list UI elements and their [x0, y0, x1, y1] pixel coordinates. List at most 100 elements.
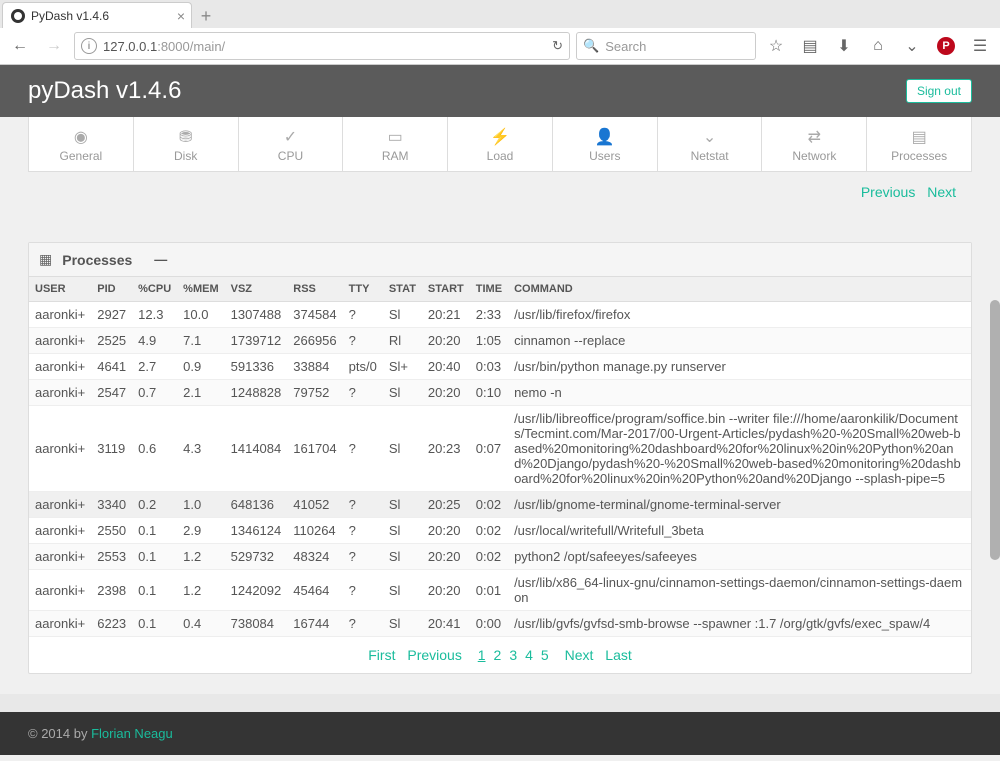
chevron-down-icon: ⌄: [662, 127, 758, 147]
processes-panel: ▦ Processes — USERPID%CPU%MEMVSZRSSTTYST…: [28, 242, 972, 674]
cell-time: 0:02: [470, 544, 508, 570]
cell-time: 0:01: [470, 570, 508, 611]
pager-page-3[interactable]: 3: [509, 647, 517, 663]
cell-rss: 79752: [287, 380, 342, 406]
cell-cpu: 0.7: [132, 380, 177, 406]
col-vsz: VSZ: [225, 277, 288, 302]
home-icon[interactable]: ⌂: [864, 32, 892, 60]
pinterest-icon[interactable]: P: [932, 32, 960, 60]
scrollbar[interactable]: [990, 300, 1000, 560]
back-button[interactable]: ←: [6, 32, 34, 60]
cell-pid: 2398: [91, 570, 132, 611]
cell-start: 20:20: [422, 570, 470, 611]
pager-page-4[interactable]: 4: [525, 647, 533, 663]
cell-stat: Sl: [383, 406, 422, 492]
pager-first[interactable]: First: [368, 647, 395, 663]
browser-tab[interactable]: PyDash v1.4.6 ×: [2, 2, 192, 28]
cell-start: 20:40: [422, 354, 470, 380]
nav-general[interactable]: ◉General: [29, 117, 134, 171]
cell-tty: ?: [343, 406, 383, 492]
tab-close-icon[interactable]: ×: [177, 8, 185, 24]
cell-rss: 45464: [287, 570, 342, 611]
cell-pid: 2550: [91, 518, 132, 544]
cell-vsz: 1739712: [225, 328, 288, 354]
search-icon: 🔍: [583, 38, 599, 54]
footer-author-link[interactable]: Florian Neagu: [91, 726, 173, 741]
bookmark-icon[interactable]: ☆: [762, 32, 790, 60]
table-row[interactable]: aaronki+25530.11.252973248324?Sl20:200:0…: [29, 544, 971, 570]
nav-label: Processes: [891, 149, 947, 163]
table-row[interactable]: aaronki+25500.12.91346124110264?Sl20:200…: [29, 518, 971, 544]
library-icon[interactable]: ▤: [796, 32, 824, 60]
new-tab-button[interactable]: +: [192, 4, 220, 28]
processes-table: USERPID%CPU%MEMVSZRSSTTYSTATSTARTTIMECOM…: [29, 277, 971, 637]
table-row[interactable]: aaronki+46412.70.959133633884pts/0Sl+20:…: [29, 354, 971, 380]
cell-stat: Sl: [383, 302, 422, 328]
nav-processes[interactable]: ▤Processes: [867, 117, 971, 171]
pager-prev[interactable]: Previous: [407, 647, 461, 663]
cell-user: aaronki+: [29, 611, 91, 637]
nav-network[interactable]: ⇄Network: [762, 117, 867, 171]
cell-stat: Sl: [383, 544, 422, 570]
cell-cmd: cinnamon --replace: [508, 328, 971, 354]
cell-cmd: /usr/lib/firefox/firefox: [508, 302, 971, 328]
nav-users[interactable]: 👤Users: [553, 117, 658, 171]
table-row[interactable]: aaronki+292712.310.01307488374584?Sl20:2…: [29, 302, 971, 328]
pager-page-2[interactable]: 2: [494, 647, 502, 663]
table-row[interactable]: aaronki+23980.11.2124209245464?Sl20:200:…: [29, 570, 971, 611]
downloads-icon[interactable]: ⬇: [830, 32, 858, 60]
cell-time: 0:03: [470, 354, 508, 380]
next-link[interactable]: Next: [927, 184, 956, 200]
cell-stat: Sl: [383, 611, 422, 637]
cell-stat: Rl: [383, 328, 422, 354]
cell-stat: Sl+: [383, 354, 422, 380]
cell-cpu: 12.3: [132, 302, 177, 328]
cell-tty: ?: [343, 518, 383, 544]
table-row[interactable]: aaronki+33400.21.064813641052?Sl20:250:0…: [29, 492, 971, 518]
cell-cpu: 2.7: [132, 354, 177, 380]
menu-icon[interactable]: ☰: [966, 32, 994, 60]
cell-start: 20:20: [422, 380, 470, 406]
cell-pid: 2553: [91, 544, 132, 570]
info-icon[interactable]: i: [81, 38, 97, 54]
nav-netstat[interactable]: ⌄Netstat: [658, 117, 763, 171]
col-tty: TTY: [343, 277, 383, 302]
cell-start: 20:25: [422, 492, 470, 518]
pager-page-1[interactable]: 1: [478, 647, 486, 663]
col-cpu: %CPU: [132, 277, 177, 302]
cell-tty: ?: [343, 492, 383, 518]
cell-time: 2:33: [470, 302, 508, 328]
collapse-icon[interactable]: —: [154, 252, 167, 267]
prev-link[interactable]: Previous: [861, 184, 915, 200]
cell-time: 1:05: [470, 328, 508, 354]
table-row[interactable]: aaronki+25470.72.1124882879752?Sl20:200:…: [29, 380, 971, 406]
cell-stat: Sl: [383, 518, 422, 544]
nav-disk[interactable]: ⛃Disk: [134, 117, 239, 171]
sign-out-button[interactable]: Sign out: [906, 79, 972, 103]
pager-page-5[interactable]: 5: [541, 647, 549, 663]
footer: © 2014 by Florian Neagu: [0, 712, 1000, 755]
cell-cpu: 0.6: [132, 406, 177, 492]
nav-ram[interactable]: ▭RAM: [343, 117, 448, 171]
nav-load[interactable]: ⚡Load: [448, 117, 553, 171]
pocket-icon[interactable]: ⌄: [898, 32, 926, 60]
cell-vsz: 1248828: [225, 380, 288, 406]
search-bar[interactable]: 🔍 Search: [576, 32, 756, 60]
pager-last[interactable]: Last: [605, 647, 631, 663]
nav-tabs: ◉General ⛃Disk ✓CPU ▭RAM ⚡Load 👤Users ⌄N…: [28, 117, 972, 172]
url-bar[interactable]: i 127.0.0.1:8000/main/ ↻: [74, 32, 570, 60]
browser-chrome: PyDash v1.4.6 × + ← → i 127.0.0.1:8000/m…: [0, 0, 1000, 65]
table-row[interactable]: aaronki+31190.64.31414084161704?Sl20:230…: [29, 406, 971, 492]
url-host: 127.0.0.1: [103, 39, 157, 54]
cell-rss: 110264: [287, 518, 342, 544]
table-row[interactable]: aaronki+62230.10.473808416744?Sl20:410:0…: [29, 611, 971, 637]
disk-icon: ⛃: [138, 127, 234, 147]
cell-cmd: /usr/bin/python manage.py runserver: [508, 354, 971, 380]
cell-pid: 2547: [91, 380, 132, 406]
table-row[interactable]: aaronki+25254.97.11739712266956?Rl20:201…: [29, 328, 971, 354]
pager-next[interactable]: Next: [565, 647, 594, 663]
reload-icon[interactable]: ↻: [552, 38, 563, 54]
cell-pid: 4641: [91, 354, 132, 380]
nav-cpu[interactable]: ✓CPU: [239, 117, 344, 171]
footer-copy: © 2014 by: [28, 726, 91, 741]
